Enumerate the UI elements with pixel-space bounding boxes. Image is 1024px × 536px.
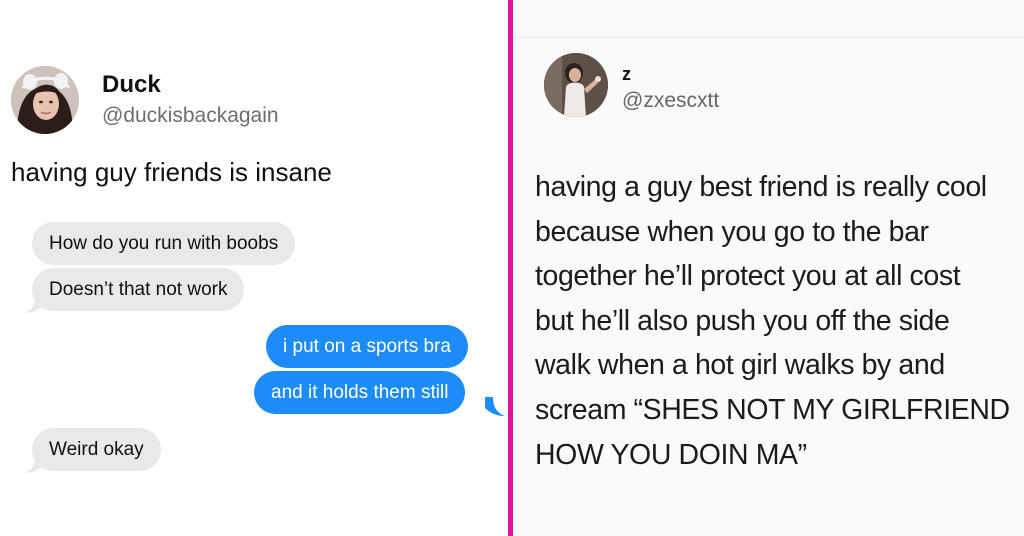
message-bubble-outgoing: i put on a sports bra: [266, 325, 468, 368]
incoming-bubble-tail-icon: [24, 454, 44, 473]
tweet-line: but he’ll also push you off the side: [535, 304, 950, 337]
tweet-line: having a guy best friend is really cool: [535, 171, 987, 203]
left-tweet-panel: Duck @duckisbackagain having guy friends…: [0, 0, 508, 536]
outgoing-bubble-tail-icon: [485, 397, 505, 416]
top-divider-line: [513, 37, 1024, 38]
z-avatar[interactable]: [544, 53, 608, 117]
message-bubble-incoming: How do you run with boobs: [32, 222, 296, 265]
tweet-line: walk when a hot girl walks by and: [535, 349, 945, 382]
tweet-line: HOW YOU DOIN MA”: [535, 438, 807, 471]
left-handle[interactable]: @duckisbackagain: [102, 104, 279, 128]
tweet-line: scream “SHES NOT MY GIRLFRIEND: [535, 393, 1010, 426]
message-bubble-outgoing: and it holds them still: [254, 371, 466, 414]
tweet-line: together he’ll protect you at all cost: [535, 260, 961, 293]
right-tweet-panel: z @zxescxtt having a guy best friend is …: [513, 0, 1024, 536]
left-display-name[interactable]: Duck: [102, 71, 161, 99]
message-bubble-incoming: Doesn’t that not work: [32, 268, 245, 311]
tweet-line: because when you go to the bar: [535, 215, 929, 248]
right-display-name[interactable]: z: [622, 64, 631, 85]
left-tweet-text: having guy friends is insane: [11, 157, 332, 187]
message-bubble-incoming: Weird okay: [32, 428, 161, 471]
duck-avatar[interactable]: [11, 66, 79, 134]
incoming-bubble-tail-icon: [24, 294, 44, 313]
right-handle[interactable]: @zxescxtt: [622, 89, 719, 113]
right-tweet-text: having a guy best friend is really cool …: [535, 165, 1015, 477]
